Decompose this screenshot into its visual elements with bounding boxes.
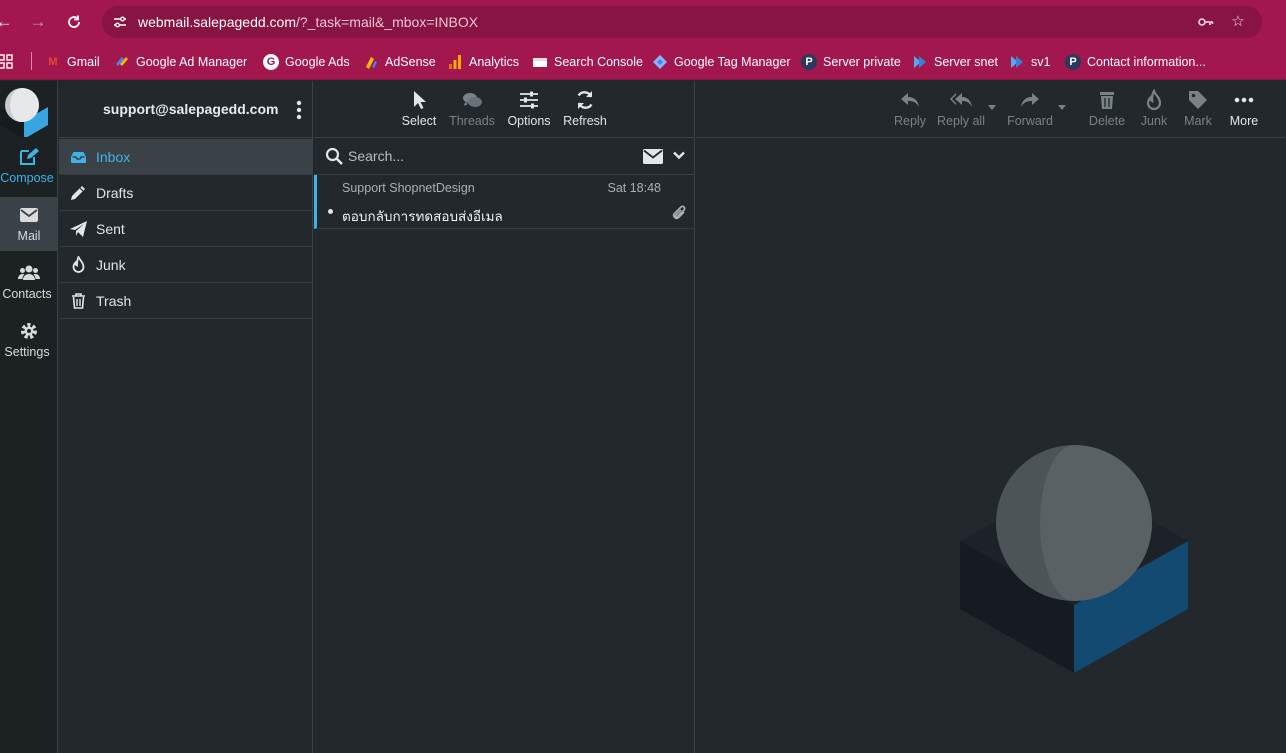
message-date: Sat 18:48 — [607, 181, 661, 195]
site-settings-icon[interactable] — [112, 14, 128, 30]
folder-trash[interactable]: Trash — [59, 283, 313, 319]
sliders-icon — [520, 91, 538, 109]
threads-icon — [463, 93, 482, 107]
reply-all-button[interactable]: Reply all — [936, 89, 986, 128]
junk-button[interactable]: Junk — [1136, 89, 1172, 128]
folder-drafts[interactable]: Drafts — [59, 175, 313, 211]
adsense-icon — [363, 54, 379, 70]
bookmark-google-ads[interactable]: G Google Ads — [263, 52, 350, 72]
bookmarks-bar: M Gmail Google Ad Manager G Google Ads AdS… — [0, 44, 1286, 80]
account-header: support@salepagedd.com — [59, 81, 313, 138]
forward-dropdown-icon[interactable] — [1058, 105, 1066, 110]
back-arrow-icon[interactable]: ← — [0, 12, 14, 32]
chevron-logo-icon — [1009, 54, 1025, 70]
folder-inbox[interactable]: Inbox — [59, 139, 313, 175]
message-toolbar: Reply Reply all Forward Delete Junk Mark… — [696, 81, 1286, 138]
url-text: webmail.salepagedd.com/?_task=mail&_mbox… — [138, 14, 479, 30]
forward-button[interactable]: Forward — [1004, 89, 1056, 128]
contacts-icon — [18, 265, 40, 280]
forward-arrow-icon[interactable]: → — [28, 12, 48, 32]
search-console-icon — [532, 54, 548, 70]
bookmark-server-snet[interactable]: Server snet — [912, 52, 998, 72]
key-icon[interactable] — [1197, 13, 1215, 31]
folder-junk[interactable]: Junk — [59, 247, 313, 283]
folder-sent[interactable]: Sent — [59, 211, 313, 247]
trash-icon — [72, 293, 85, 309]
star-bookmark-icon[interactable]: ☆ — [1229, 13, 1247, 31]
fire-icon — [1146, 89, 1162, 111]
tag-manager-icon — [652, 54, 668, 70]
inbox-icon — [71, 152, 86, 163]
gear-icon — [21, 323, 37, 339]
fire-icon — [72, 256, 85, 273]
apps-grid-icon[interactable] — [0, 52, 14, 72]
mail-button[interactable]: Mail — [0, 197, 58, 251]
mail-icon — [20, 208, 38, 222]
google-icon: G — [263, 54, 279, 70]
reply-button[interactable]: Reply — [890, 89, 930, 128]
bookmark-gmail[interactable]: M Gmail — [45, 52, 99, 72]
gmail-icon: M — [48, 56, 58, 68]
pointer-icon — [414, 91, 426, 109]
message-list-pane: Select Threads Options Refresh Support S… — [314, 81, 695, 753]
bookmark-server-private[interactable]: P Server private — [801, 52, 901, 72]
folder-menu-icon[interactable] — [295, 100, 303, 120]
envelope-scope-icon[interactable] — [643, 149, 663, 164]
account-name: support@salepagedd.com — [103, 101, 279, 117]
threads-button[interactable]: Threads — [446, 89, 498, 128]
mark-button[interactable]: Mark — [1180, 89, 1216, 128]
roundcube-watermark-logo — [960, 445, 1188, 673]
compose-icon — [20, 148, 39, 165]
message-preview-pane: Reply Reply all Forward Delete Junk Mark… — [696, 81, 1286, 753]
settings-button[interactable]: Settings — [0, 313, 58, 367]
browser-address-bar: ← → webmail.salepagedd.com/?_task=mail&_… — [0, 0, 1286, 44]
analytics-icon — [447, 54, 463, 70]
url-field[interactable]: webmail.salepagedd.com/?_task=mail&_mbox… — [102, 6, 1262, 38]
forward-icon — [1021, 93, 1039, 107]
bookmark-google-tag-manager[interactable]: Google Tag Manager — [652, 52, 791, 72]
ad-manager-icon — [114, 54, 130, 70]
reply-all-dropdown-icon[interactable] — [988, 105, 996, 110]
bookmark-analytics[interactable]: Analytics — [447, 52, 519, 72]
reload-icon[interactable] — [64, 12, 84, 32]
attachment-paperclip-icon — [672, 205, 686, 220]
bookmark-google-ad-manager[interactable]: Google Ad Manager — [114, 52, 247, 72]
search-icon[interactable] — [325, 147, 344, 166]
reply-all-icon — [950, 93, 972, 107]
plesk-icon: P — [801, 54, 817, 70]
search-input[interactable] — [348, 146, 628, 166]
webmail-app: Compose Mail Contacts Settings support@s… — [0, 81, 1286, 753]
roundcube-logo[interactable] — [0, 85, 48, 137]
more-dots-icon — [1234, 97, 1254, 103]
bookmarks-separator — [31, 52, 32, 70]
chevron-down-icon[interactable] — [673, 151, 685, 160]
chevron-logo-icon — [912, 54, 928, 70]
more-button[interactable]: More — [1224, 89, 1264, 128]
message-row[interactable]: Support ShopnetDesign Sat 18:48 ตอบกลับก… — [314, 175, 695, 229]
bookmark-search-console[interactable]: Search Console — [532, 52, 643, 72]
bookmark-contact-information[interactable]: P Contact information... — [1065, 52, 1206, 72]
message-sender: Support ShopnetDesign — [342, 181, 475, 195]
bookmark-adsense[interactable]: AdSense — [363, 52, 436, 72]
message-subject: ตอบกลับการทดสอบส่งอีเมล — [342, 209, 503, 224]
compose-button[interactable]: Compose — [0, 139, 58, 193]
pencil-icon — [71, 186, 85, 200]
select-button[interactable]: Select — [398, 89, 440, 128]
refresh-button[interactable]: Refresh — [560, 89, 610, 128]
delete-button[interactable]: Delete — [1086, 89, 1128, 128]
task-menu: Compose Mail Contacts Settings — [0, 81, 58, 753]
folder-pane: support@salepagedd.com Inbox Drafts Sent… — [59, 81, 313, 753]
trash-icon — [1100, 92, 1114, 109]
options-button[interactable]: Options — [504, 89, 554, 128]
message-list-toolbar: Select Threads Options Refresh — [314, 81, 695, 138]
plesk-icon: P — [1065, 54, 1081, 70]
unread-dot-icon — [328, 209, 333, 214]
paper-plane-icon — [70, 221, 87, 237]
reply-icon — [901, 93, 919, 107]
contacts-button[interactable]: Contacts — [0, 255, 58, 309]
search-bar — [314, 138, 695, 175]
bookmark-sv1[interactable]: sv1 — [1009, 52, 1050, 72]
refresh-icon — [577, 91, 593, 109]
tag-icon — [1189, 91, 1207, 109]
